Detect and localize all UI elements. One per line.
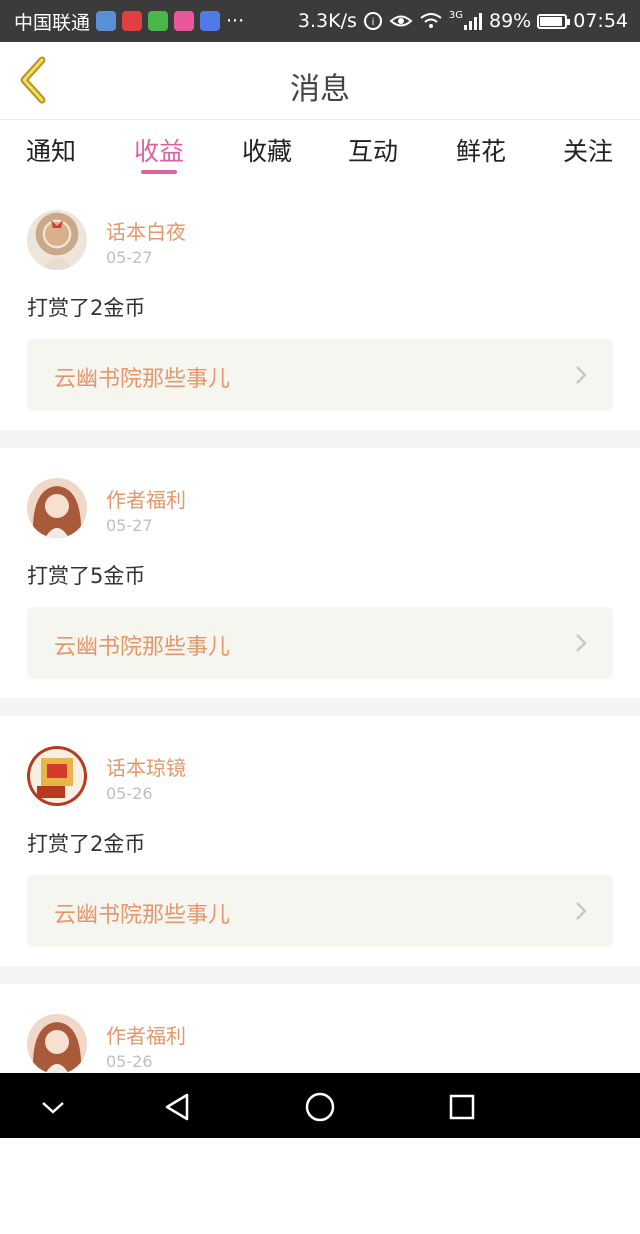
divider [0,966,640,984]
tab-bar: 通知 收益 收藏 互动 鲜花 关注 [0,120,640,180]
user-name[interactable]: 话本白夜 [106,216,186,245]
nav-down-icon[interactable] [33,1087,73,1127]
battery-icon [537,13,571,29]
app-notification-icon [96,11,117,31]
network-type: 3G [448,10,463,21]
message-date: 05-26 [106,784,153,803]
more-notifications: ··· [226,10,245,32]
active-tab-indicator [141,170,177,174]
header-bar: 消息 [0,42,640,120]
list-item: 话本琼镜 05-26 打赏了2金币 云幽书院那些事儿 [0,716,640,966]
tab-flowers[interactable]: 鲜花 [441,132,521,168]
nav-back-icon[interactable] [157,1087,197,1127]
message-text: 打赏了2金币 [27,296,146,320]
music-app-icon [200,11,221,31]
tab-notifications[interactable]: 通知 [11,132,91,168]
signal-icon [464,13,482,30]
tab-interactions[interactable]: 互动 [333,132,413,168]
book-link[interactable]: 云幽书院那些事儿 [27,875,613,947]
message-date: 05-27 [106,516,153,535]
tab-favorites[interactable]: 收藏 [227,132,307,168]
avatar[interactable] [27,210,87,270]
tab-follows[interactable]: 关注 [548,132,628,168]
avatar[interactable] [27,746,87,806]
message-text: 打赏了5金币 [27,564,146,588]
list-item: 作者福利 05-27 打赏了5金币 云幽书院那些事儿 [0,448,640,698]
nav-recent-icon[interactable] [442,1087,482,1127]
carrier-label: 中国联通 [14,11,91,34]
list-item: 话本白夜 05-27 打赏了2金币 云幽书院那些事儿 [0,180,640,430]
status-bar: 中国联通 ··· 3.3K/s i 3G 89% 07:54 [0,0,640,42]
chevron-right-icon [576,366,587,384]
user-name[interactable]: 作者福利 [106,484,186,513]
book-link[interactable]: 云幽书院那些事儿 [27,607,613,679]
divider [0,698,640,716]
tab-earnings[interactable]: 收益 [119,132,199,168]
chevron-right-icon [576,902,587,920]
chevron-right-icon [576,634,587,652]
clock: 07:54 [573,10,628,32]
message-date: 05-26 [106,1052,153,1071]
avatar[interactable] [27,1014,87,1074]
message-text: 打赏了2金币 [27,832,146,856]
svg-text:i: i [371,17,374,28]
message-date: 05-27 [106,248,153,267]
comic-app-icon [174,11,195,31]
network-speed: 3.3K/s [297,10,357,32]
book-title: 云幽书院那些事儿 [54,635,231,660]
book-title: 云幽书院那些事儿 [54,903,231,928]
play-store-icon [148,11,169,31]
battery-percent: 89% [489,10,532,32]
page-title: 消息 [290,72,350,107]
avatar[interactable] [27,478,87,538]
wifi-icon [420,13,442,28]
book-title: 云幽书院那些事儿 [54,367,231,392]
video-app-icon [122,11,143,31]
user-name[interactable]: 话本琼镜 [106,752,186,781]
user-name[interactable]: 作者福利 [106,1020,186,1049]
eye-comfort-icon [389,15,413,27]
nav-home-icon[interactable] [300,1087,340,1127]
divider [0,430,640,448]
book-link[interactable]: 云幽书院那些事儿 [27,339,613,411]
data-saver-icon: i [363,12,382,30]
system-nav-bar [0,1073,640,1138]
